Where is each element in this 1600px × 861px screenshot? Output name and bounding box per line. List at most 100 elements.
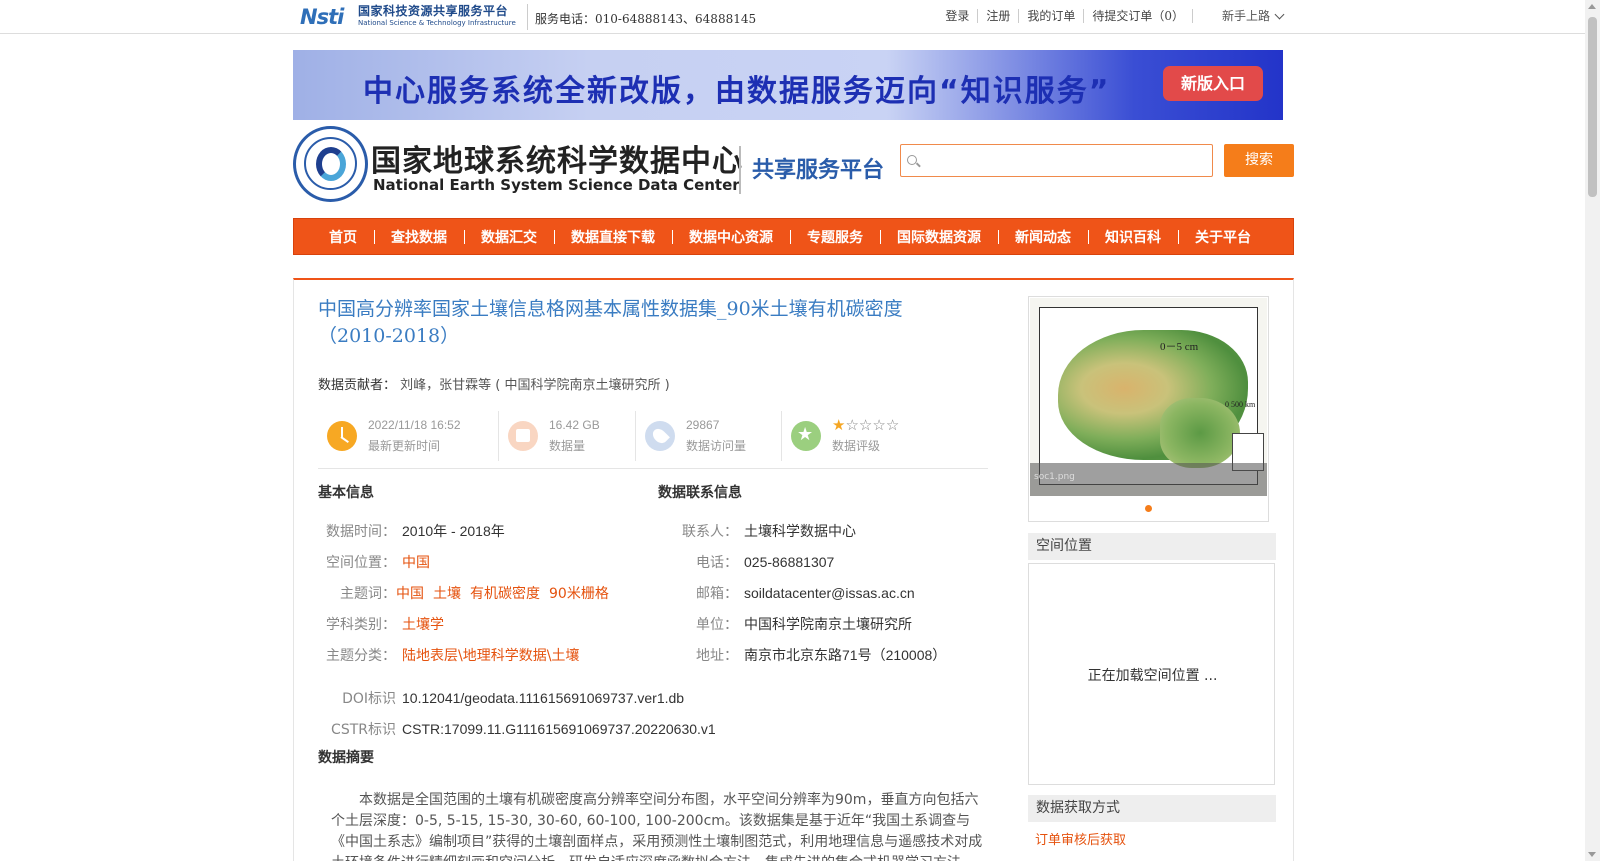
promo-banner[interactable]: 中心服务系统全新改版，由数据服务迈向“知识服务” 新版入口	[293, 50, 1283, 120]
newbie-label: 新手上路	[1222, 9, 1271, 23]
newbie-dropdown[interactable]: 新手上路	[1222, 7, 1285, 24]
top-bar: Nsti 国家科技资源共享服务平台 National Science & Tec…	[0, 0, 1585, 34]
scroll-down-icon[interactable]	[1588, 852, 1596, 857]
basic-info-title: 基本信息	[318, 485, 374, 501]
keyword-tag[interactable]: 有机碳密度	[470, 586, 540, 602]
visits-icon	[645, 421, 675, 451]
soc-map-image[interactable]: 0－5 cm 0 500 km soc1.png	[1030, 298, 1267, 496]
service-tel: 服务电话：010-64888143、64888145	[535, 12, 757, 26]
map-depth-label: 0－5 cm	[1160, 341, 1199, 353]
nav-direct-download[interactable]: 数据直接下载	[554, 227, 672, 247]
chevron-down-icon	[1274, 9, 1285, 20]
search-icon	[907, 155, 917, 165]
star-empty-icon[interactable]: ☆	[845, 416, 858, 434]
abstract-text: 本数据是全国范围的土壤有机碳密度高分辨率空间分布图，水平空间分辨率为90m，垂直…	[331, 792, 983, 861]
dataset-title: 中国高分辨率国家土壤信息格网基本属性数据集_90米土壤有机碳密度（2010-20…	[318, 298, 903, 347]
field-time: 数据时间： 2010年 - 2018年	[326, 521, 505, 541]
center-name-cn: 国家地球系统科学数据中心	[371, 144, 743, 179]
phone-label: 电话：	[696, 555, 738, 571]
nav-about[interactable]: 关于平台	[1178, 227, 1268, 247]
org-value: 中国科学院南京土壤研究所	[744, 616, 912, 632]
rating-star-icon	[791, 421, 821, 451]
cstr-value[interactable]: CSTR:17099.11.G111615691069737.20220630.…	[402, 721, 716, 737]
time-label: 数据时间：	[326, 524, 396, 540]
keyword-tag[interactable]: 90米栅格	[549, 586, 609, 602]
stat-visits: 29867 数据访问量	[635, 411, 781, 461]
search-button[interactable]: 搜索	[1224, 144, 1294, 177]
category-link[interactable]: 陆地表层\地理科学数据\土壤	[402, 648, 579, 664]
star-empty-icon[interactable]: ☆	[872, 416, 885, 434]
map-caption: soc1.png	[1034, 472, 1075, 482]
map-caption-bar: soc1.png	[1030, 463, 1267, 496]
layers-icon	[508, 421, 538, 451]
rating-stars[interactable]: ★☆☆☆☆	[832, 415, 899, 436]
contact-value: 土壤科学数据中心	[744, 523, 856, 539]
my-orders-link[interactable]: 我的订单	[1019, 9, 1085, 23]
cstr-label: CSTR标识	[331, 722, 396, 738]
field-discipline: 学科类别： 土壤学	[326, 614, 444, 634]
keyword-tag[interactable]: 中国	[396, 586, 424, 602]
discipline-label: 学科类别：	[326, 617, 396, 633]
search-box	[900, 144, 1213, 177]
register-link[interactable]: 注册	[978, 9, 1020, 23]
space-link[interactable]: 中国	[402, 555, 430, 571]
scroll-thumb[interactable]	[1588, 17, 1597, 197]
field-cstr: CSTR标识 CSTR:17099.11.G111615691069737.202…	[326, 719, 716, 739]
pending-orders-link[interactable]: 待提交订单（0）	[1084, 9, 1193, 23]
acquire-method-value: 订单审核后获取	[1035, 833, 1127, 848]
nav-center-resources[interactable]: 数据中心资源	[672, 227, 790, 247]
login-link[interactable]: 登录	[937, 9, 979, 23]
visits-label: 数据访问量	[686, 439, 747, 453]
space-label: 空间位置：	[326, 555, 396, 571]
address-value: 南京市北京东路71号（210008）	[744, 647, 947, 663]
nsti-logo-mark: Nsti	[300, 5, 344, 29]
phone-value: 025-86881307	[744, 554, 835, 570]
thumbnail-carousel[interactable]: 0－5 cm 0 500 km soc1.png	[1028, 296, 1269, 522]
visits-value: 29867	[686, 418, 720, 432]
spatial-loading-text: 正在加载空间位置 ...	[1087, 668, 1218, 684]
keywords-label: 主题词：	[340, 586, 396, 602]
nav-special-services[interactable]: 专题服务	[790, 227, 880, 247]
earth-swirl-icon	[316, 147, 346, 181]
star-empty-icon[interactable]: ☆	[886, 416, 899, 434]
nav-knowledge[interactable]: 知识百科	[1088, 227, 1178, 247]
star-filled-icon[interactable]: ★	[832, 416, 845, 434]
nsti-logo-cn: 国家科技资源共享服务平台	[358, 4, 509, 18]
field-space: 空间位置： 中国	[326, 552, 430, 572]
stat-size: 16.42 GB 数据量	[498, 411, 635, 461]
category-label: 主题分类：	[326, 648, 396, 664]
new-version-button[interactable]: 新版入口	[1163, 66, 1263, 101]
carousel-dot[interactable]	[1145, 505, 1152, 512]
field-phone: 电话： 025-86881307	[668, 552, 834, 572]
spatial-position-header: 空间位置	[1028, 533, 1276, 560]
search-input[interactable]	[923, 149, 1208, 172]
contact-label: 联系人：	[682, 524, 738, 540]
contributors: 数据贡献者： 刘峰，张甘霖等 ( 中国科学院南京土壤研究所 )	[318, 374, 670, 393]
nav-intl-resources[interactable]: 国际数据资源	[880, 227, 998, 247]
nav-data-submit[interactable]: 数据汇交	[464, 227, 554, 247]
keyword-tag[interactable]: 土壤	[433, 586, 461, 602]
org-label: 单位：	[696, 617, 738, 633]
page-scrollbar[interactable]	[1585, 0, 1600, 861]
nav-find-data[interactable]: 查找数据	[374, 227, 464, 247]
size-label: 数据量	[549, 439, 586, 453]
map-scale-label: 0 500 km	[1225, 400, 1256, 409]
doi-value[interactable]: 10.12041/geodata.111615691069737.ver1.db	[402, 690, 684, 706]
field-keywords: 主题词：中国 土壤 有机碳密度 90米栅格	[326, 583, 618, 603]
dataset-stats: 2022/11/18 16:52 最新更新时间 16.42 GB 数据量 298…	[318, 411, 988, 469]
center-logo[interactable]	[293, 126, 368, 202]
email-value[interactable]: soildatacenter@issas.ac.cn	[744, 585, 915, 601]
size-value: 16.42 GB	[549, 418, 600, 432]
nav-news[interactable]: 新闻动态	[998, 227, 1088, 247]
time-value: 2010年 - 2018年	[402, 523, 505, 539]
doi-label: DOI标识	[342, 691, 396, 707]
acquire-method-header: 数据获取方式	[1028, 795, 1276, 822]
field-org: 单位： 中国科学院南京土壤研究所	[668, 614, 912, 634]
scroll-up-icon[interactable]	[1588, 4, 1596, 9]
star-empty-icon[interactable]: ☆	[859, 416, 872, 434]
nsti-logo[interactable]: Nsti 国家科技资源共享服务平台 National Science & Tec…	[300, 3, 522, 31]
clock-icon	[327, 421, 357, 451]
nav-home[interactable]: 首页	[312, 227, 374, 247]
discipline-link[interactable]: 土壤学	[402, 617, 444, 633]
spatial-map-panel[interactable]: 正在加载空间位置 ...	[1028, 563, 1275, 785]
